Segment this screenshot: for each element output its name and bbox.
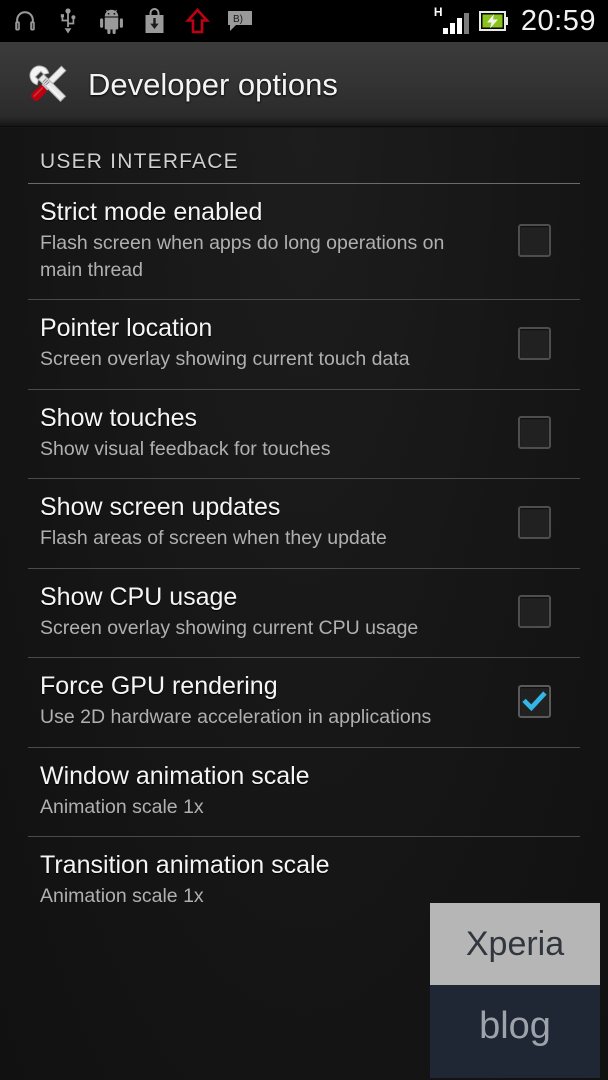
setting-title: Show touches [40, 403, 198, 432]
row-text: Show CPU usage Screen overlay showing cu… [40, 583, 518, 642]
setting-title: Force GPU rendering [40, 672, 278, 701]
setting-summary: Animation scale 1x [40, 885, 204, 908]
phone-screen: B) H 20:59 Developer options USER INTERF… [0, 0, 608, 1080]
setting-row-transition-animation-scale[interactable]: Transition animation scale Animation sca… [0, 837, 608, 926]
settings-list[interactable]: USER INTERFACE Strict mode enabled Flash… [0, 128, 608, 1080]
setting-summary: Flash screen when apps do long operation… [40, 232, 445, 281]
section-header-user-interface: USER INTERFACE [40, 150, 239, 173]
setting-title: Strict mode enabled [40, 198, 263, 226]
row-text: Strict mode enabled Flash screen when ap… [40, 198, 518, 283]
row-text: Transition animation scale Animation sca… [40, 851, 608, 910]
android-robot-icon [96, 6, 126, 36]
setting-title: Show screen updates [40, 493, 281, 522]
download-bag-icon [139, 6, 169, 36]
setting-row-force-gpu-rendering[interactable]: Force GPU rendering Use 2D hardware acce… [0, 658, 608, 747]
status-bar: B) H 20:59 [0, 0, 608, 42]
checkbox-show-cpu-usage[interactable] [518, 595, 551, 629]
usb-icon [53, 6, 83, 36]
setting-summary: Animation scale 1x [40, 795, 204, 818]
setting-title: Pointer location [40, 314, 213, 343]
setting-row-show-cpu-usage[interactable]: Show CPU usage Screen overlay showing cu… [0, 569, 608, 658]
row-text: Pointer location Screen overlay showing … [40, 314, 518, 373]
svg-text:B): B) [233, 14, 243, 25]
setting-title: Show CPU usage [40, 582, 238, 611]
row-text: Show screen updates Flash areas of scree… [40, 493, 518, 552]
status-bar-right-icons: H 20:59 [434, 4, 596, 37]
setting-summary: Flash areas of screen when they update [40, 527, 387, 550]
setting-title: Transition animation scale [40, 851, 330, 880]
wrench-screwdriver-icon [22, 58, 74, 110]
upload-arrow-icon [182, 6, 212, 36]
row-text: Window animation scale Animation scale 1… [40, 762, 608, 821]
checkbox-show-touches[interactable] [518, 416, 551, 450]
setting-row-show-screen-updates[interactable]: Show screen updates Flash areas of scree… [0, 479, 608, 568]
battery-charging-icon [478, 6, 509, 36]
signal-bars-icon: H [434, 6, 469, 34]
setting-summary: Use 2D hardware acceleration in applicat… [40, 706, 432, 729]
checkbox-strict-mode[interactable] [518, 224, 551, 258]
setting-title: Window animation scale [40, 761, 310, 790]
row-text: Show touches Show visual feedback for to… [40, 404, 518, 463]
checkbox-force-gpu-rendering[interactable] [518, 684, 551, 718]
setting-summary: Screen overlay showing current CPU usage [40, 616, 419, 639]
status-bar-left-icons: B) [10, 6, 255, 36]
setting-row-pointer-location[interactable]: Pointer location Screen overlay showing … [0, 300, 608, 389]
setting-row-show-touches[interactable]: Show touches Show visual feedback for to… [0, 390, 608, 479]
checkbox-pointer-location[interactable] [518, 326, 551, 360]
setting-summary: Screen overlay showing current touch dat… [40, 348, 410, 371]
network-type-label: H [433, 5, 443, 19]
page-title: Developer options [88, 66, 338, 102]
headphones-icon [10, 6, 40, 36]
setting-row-window-animation-scale[interactable]: Window animation scale Animation scale 1… [0, 748, 608, 837]
action-bar: Developer options [0, 42, 608, 127]
check-icon [522, 691, 547, 711]
row-text: Force GPU rendering Use 2D hardware acce… [40, 672, 518, 731]
setting-summary: Show visual feedback for touches [40, 437, 331, 460]
checkbox-show-screen-updates[interactable] [518, 505, 551, 539]
sms-message-icon: B) [225, 6, 255, 36]
setting-row-strict-mode[interactable]: Strict mode enabled Flash screen when ap… [0, 184, 608, 299]
status-bar-clock: 20:59 [520, 4, 596, 37]
